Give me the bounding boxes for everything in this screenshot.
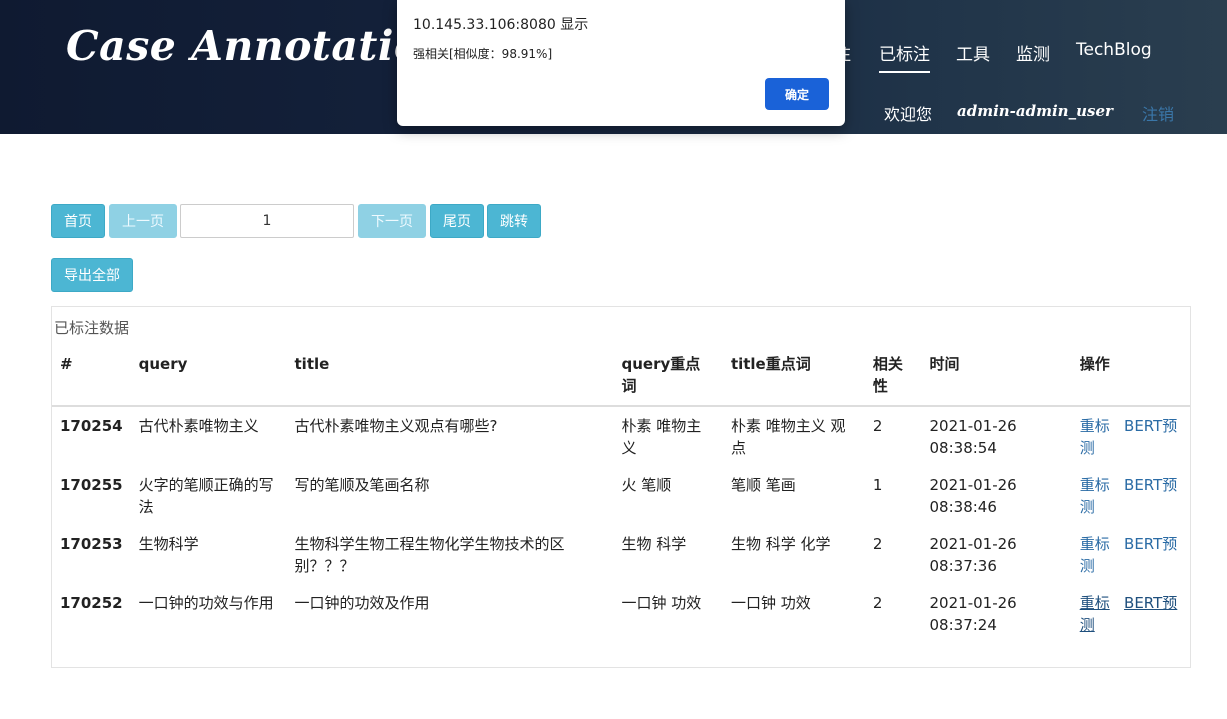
prev-page-button[interactable]: 上一页 bbox=[109, 204, 177, 238]
dialog-ok-button[interactable]: 确定 bbox=[765, 78, 829, 110]
user-name: admin-admin_user bbox=[957, 102, 1113, 120]
cell-relevance: 1 bbox=[872, 476, 883, 494]
table-row: 170252 一口钟的功效与作用 一口钟的功效及作用 一口钟 功效 一口钟 功效… bbox=[52, 584, 1190, 643]
cell-query-keywords: 生物 科学 bbox=[621, 535, 687, 553]
cell-relevance: 2 bbox=[872, 594, 883, 612]
cell-query: 一口钟的功效与作用 bbox=[138, 594, 274, 612]
cell-relevance: 2 bbox=[872, 535, 883, 553]
nav-item-tools[interactable]: 工具 bbox=[956, 40, 990, 65]
col-header-title-keywords: title重点词 bbox=[722, 345, 865, 407]
cell-title: 生物科学生物工程生物化学生物技术的区别？？？ bbox=[294, 535, 565, 575]
cell-query: 生物科学 bbox=[138, 535, 199, 553]
col-header-query: query bbox=[130, 345, 287, 407]
relabel-link[interactable]: 重标 bbox=[1080, 476, 1110, 494]
relabel-link[interactable]: 重标 bbox=[1080, 417, 1110, 435]
cell-title: 一口钟的功效及作用 bbox=[294, 594, 430, 612]
cell-query-keywords: 朴素 唯物主义 bbox=[621, 417, 702, 457]
cell-title: 写的笔顺及笔画名称 bbox=[294, 476, 430, 494]
relabel-link[interactable]: 重标 bbox=[1080, 535, 1110, 553]
welcome-text: 欢迎您 bbox=[884, 105, 933, 124]
first-page-button[interactable]: 首页 bbox=[51, 204, 105, 238]
cell-id: 170252 bbox=[60, 594, 123, 612]
cell-id: 170253 bbox=[60, 535, 123, 553]
cell-id: 170254 bbox=[60, 417, 123, 435]
col-header-relevance: 相关性 bbox=[864, 345, 922, 407]
cell-title: 古代朴素唯物主义观点有哪些? bbox=[294, 417, 498, 435]
cell-title-keywords: 生物 科学 化学 bbox=[730, 535, 831, 553]
jump-button[interactable]: 跳转 bbox=[487, 204, 541, 238]
cell-relevance: 2 bbox=[872, 417, 883, 435]
cell-id: 170255 bbox=[60, 476, 123, 494]
table-row: 170253 生物科学 生物科学生物工程生物化学生物技术的区别？？？ 生物 科学… bbox=[52, 525, 1190, 584]
nav-item-monitor[interactable]: 监测 bbox=[1016, 40, 1050, 65]
col-header-actions: 操作 bbox=[1071, 345, 1190, 407]
export-all-button[interactable]: 导出全部 bbox=[51, 258, 133, 292]
cell-actions: 重标 BERT预测 bbox=[1072, 584, 1190, 643]
col-header-title: title bbox=[286, 345, 614, 407]
cell-query: 火字的笔顺正确的写法 bbox=[138, 476, 274, 516]
brand-logo[interactable]: Case Annotation bbox=[66, 22, 452, 70]
table-header-row: # query title query重点词 title重点词 相关性 时间 操… bbox=[52, 345, 1190, 407]
cell-query-keywords: 一口钟 功效 bbox=[621, 594, 702, 612]
cell-query-keywords: 火 笔顺 bbox=[621, 476, 672, 494]
logout-link[interactable]: 注销 bbox=[1142, 101, 1174, 125]
table-row: 170255 火字的笔顺正确的写法 写的笔顺及笔画名称 火 笔顺 笔顺 笔画 1… bbox=[52, 466, 1190, 525]
cell-actions: 重标 BERT预测 bbox=[1072, 466, 1190, 525]
cell-title-keywords: 笔顺 笔画 bbox=[730, 476, 796, 494]
dialog-title: 10.145.33.106:8080 显示 bbox=[413, 17, 589, 33]
nav-item-techblog[interactable]: TechBlog bbox=[1076, 40, 1152, 64]
cell-time: 2021-01-26 08:38:46 bbox=[929, 476, 1017, 516]
cell-title-keywords: 朴素 唯物主义 观点 bbox=[730, 417, 846, 457]
table-caption: 已标注数据 bbox=[54, 319, 130, 337]
next-page-button[interactable]: 下一页 bbox=[358, 204, 426, 238]
cell-time: 2021-01-26 08:37:24 bbox=[929, 594, 1017, 634]
page-number-input[interactable] bbox=[180, 204, 354, 238]
cell-actions: 重标 BERT预测 bbox=[1072, 406, 1190, 466]
relabel-link[interactable]: 重标 bbox=[1080, 594, 1110, 612]
cell-title-keywords: 一口钟 功效 bbox=[730, 594, 811, 612]
annotated-table: # query title query重点词 title重点词 相关性 时间 操… bbox=[52, 345, 1190, 643]
last-page-button[interactable]: 尾页 bbox=[430, 204, 484, 238]
alert-dialog: 10.145.33.106:8080 显示 强相关[相似度：98.91%] 确定 bbox=[397, 0, 845, 126]
cell-time: 2021-01-26 08:37:36 bbox=[929, 535, 1017, 575]
cell-actions: 重标 BERT预测 bbox=[1072, 525, 1190, 584]
col-header-time: 时间 bbox=[921, 345, 1072, 407]
dialog-message: 强相关[相似度：98.91%] bbox=[413, 47, 553, 61]
col-header-query-keywords: query重点词 bbox=[613, 345, 723, 407]
cell-time: 2021-01-26 08:38:54 bbox=[929, 417, 1017, 457]
annotated-data-panel: 已标注数据 # query title query重点词 title重点词 相关… bbox=[51, 306, 1191, 668]
table-row: 170254 古代朴素唯物主义 古代朴素唯物主义观点有哪些? 朴素 唯物主义 朴… bbox=[52, 406, 1190, 466]
cell-query: 古代朴素唯物主义 bbox=[138, 417, 259, 435]
nav-item-annotated[interactable]: 已标注 bbox=[879, 40, 930, 73]
col-header-id: # bbox=[52, 345, 131, 407]
